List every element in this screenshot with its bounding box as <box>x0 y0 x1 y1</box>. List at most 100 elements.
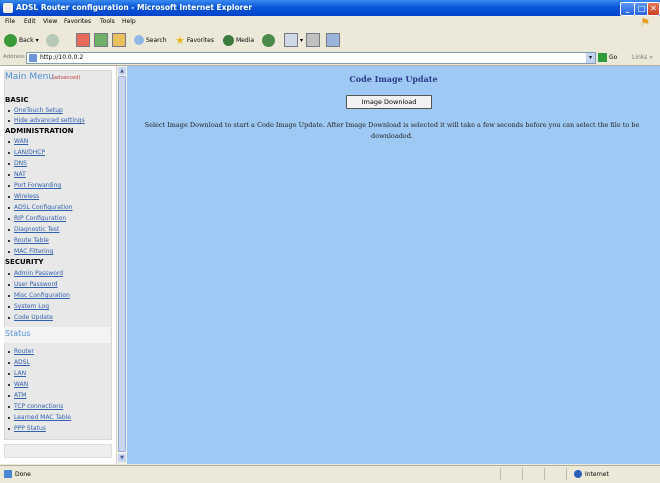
instructions-text: Select Image Download to start a Code Im… <box>144 121 640 140</box>
sidebar-item-learned-mac-table[interactable]: Learned MAC Table <box>8 414 71 421</box>
address-bar: Address http://10.0.0.2 ▾ Go Links » <box>0 51 660 66</box>
go-button[interactable]: Go <box>598 53 617 62</box>
menu-tools[interactable]: Tools <box>100 18 115 25</box>
section-security: SECURITY <box>5 258 44 266</box>
scrollbar-thumb[interactable] <box>118 76 126 452</box>
links-button[interactable]: Links » <box>632 54 653 61</box>
sidebar-item-lan[interactable]: LAN <box>8 370 26 377</box>
forward-button[interactable] <box>46 33 61 47</box>
main-menu-title: Main Menu <box>5 72 55 82</box>
sidebar-item-ppp-status[interactable]: PPP Status <box>8 425 46 432</box>
go-label: Go <box>609 54 618 61</box>
back-button[interactable]: Back ▾ <box>4 33 39 47</box>
sidebar-item-lan-dhcp[interactable]: LAN/DHCP <box>8 149 45 156</box>
sidebar-item-adsl-configuration[interactable]: ADSL Configuration <box>8 204 72 211</box>
sidebar-item-hide-advanced[interactable]: Hide advanced settings <box>8 117 85 124</box>
zone-text: Internet <box>585 470 609 478</box>
history-icon <box>262 33 275 47</box>
scroll-up-icon[interactable]: ▲ <box>118 67 126 75</box>
forward-arrow-icon <box>46 33 59 47</box>
chevron-down-icon: ▾ <box>35 36 39 44</box>
sidebar-item-route-table[interactable]: Route Table <box>8 237 49 244</box>
refresh-icon <box>94 33 108 47</box>
menu-file[interactable]: File <box>5 18 15 25</box>
stop-button[interactable] <box>76 33 92 47</box>
globe-icon <box>574 470 582 478</box>
page-title: Code Image Update <box>349 74 438 84</box>
search-label: Search <box>146 36 167 44</box>
section-basic: BASIC <box>5 96 29 104</box>
sidebar-footer-box <box>4 444 112 458</box>
sidebar-item-rip-configuration[interactable]: RIP Configuration <box>8 215 66 222</box>
sidebar-item-port-forwarding[interactable]: Port Forwarding <box>8 182 61 189</box>
print-icon <box>306 33 320 47</box>
sidebar-item-user-password[interactable]: User Password <box>8 281 58 288</box>
links-label: Links <box>632 54 648 61</box>
star-icon: ★ <box>175 33 185 47</box>
home-button[interactable] <box>112 33 128 47</box>
window-titlebar: ADSL Router configuration - Microsoft In… <box>0 0 660 16</box>
ie-app-icon <box>3 3 13 13</box>
window-title: ADSL Router configuration - Microsoft In… <box>16 3 253 12</box>
sidebar-item-atm[interactable]: ATM <box>8 392 26 399</box>
windows-logo-icon: ⚑ <box>640 16 650 29</box>
edit-page-icon <box>326 33 340 47</box>
sidebar-item-misc-configuration[interactable]: Misc Configuration <box>8 292 70 299</box>
sidebar-item-onetouch-setup[interactable]: OneTouch Setup <box>8 107 63 114</box>
status-divider <box>500 468 501 480</box>
address-dropdown-icon[interactable]: ▾ <box>586 53 595 63</box>
search-button[interactable]: Search <box>134 33 167 47</box>
status-done: Done <box>4 470 31 478</box>
media-button[interactable]: Media <box>223 33 254 47</box>
menu-view[interactable]: View <box>43 18 57 25</box>
sidebar-item-dns[interactable]: DNS <box>8 160 27 167</box>
sidebar-item-nat[interactable]: NAT <box>8 171 26 178</box>
minimize-button[interactable]: _ <box>620 2 635 16</box>
back-label: Back <box>19 36 34 44</box>
security-zone: Internet <box>574 470 609 478</box>
edit-button[interactable] <box>326 33 342 47</box>
status-title: Status <box>5 329 31 338</box>
favorites-button[interactable]: ★ Favorites <box>175 33 214 47</box>
favorites-label: Favorites <box>186 36 214 44</box>
sidebar-frame: Main Menu (advanced) BASIC OneTouch Setu… <box>0 66 116 464</box>
sidebar-item-adsl[interactable]: ADSL <box>8 359 30 366</box>
menu-help[interactable]: Help <box>122 18 136 25</box>
back-arrow-icon <box>4 33 17 47</box>
print-button[interactable] <box>306 33 322 47</box>
sidebar-item-wan[interactable]: WAN <box>8 138 28 145</box>
sidebar-item-wireless[interactable]: Wireless <box>8 193 39 200</box>
menu-edit[interactable]: Edit <box>24 18 36 25</box>
search-icon <box>134 35 144 45</box>
home-icon <box>112 33 126 47</box>
sidebar-item-status-wan[interactable]: WAN <box>8 381 28 388</box>
close-button[interactable]: ✕ <box>647 2 660 16</box>
menu-bar: File Edit View Favorites Tools Help <box>0 16 660 28</box>
address-label: Address <box>3 54 25 60</box>
scroll-down-icon[interactable]: ▼ <box>118 454 126 462</box>
status-divider <box>522 468 523 480</box>
history-button[interactable] <box>262 33 277 47</box>
image-download-button[interactable]: Image Download <box>346 95 432 109</box>
browser-toolbar: Back ▾ Search ★ Favorites Media ▾ <box>0 29 660 52</box>
chevron-down-icon: ▾ <box>300 36 304 44</box>
sidebar-item-router[interactable]: Router <box>8 348 34 355</box>
mail-button[interactable]: ▾ <box>284 33 303 47</box>
sidebar-item-admin-password[interactable]: Admin Password <box>8 270 63 277</box>
address-input[interactable]: http://10.0.0.2 ▾ <box>26 52 596 64</box>
sidebar-item-code-update[interactable]: Code Update <box>8 314 53 321</box>
sidebar-scrollbar[interactable]: ▲ ▼ <box>116 66 127 464</box>
menu-favorites[interactable]: Favorites <box>64 18 91 25</box>
sidebar-item-mac-filtering[interactable]: MAC Filtering <box>8 248 53 255</box>
sidebar-item-diagnostic-test[interactable]: Diagnostic Test <box>8 226 59 233</box>
advanced-tag: (advanced) <box>52 75 81 81</box>
refresh-button[interactable] <box>94 33 110 47</box>
stop-icon <box>76 33 90 47</box>
status-text: Done <box>15 470 31 478</box>
media-label: Media <box>236 36 255 44</box>
sidebar-item-tcp-connections[interactable]: TCP connections <box>8 403 63 410</box>
section-administration: ADMINISTRATION <box>5 127 74 135</box>
address-url: http://10.0.0.2 <box>40 54 84 61</box>
sidebar-item-system-log[interactable]: System Log <box>8 303 49 310</box>
mail-icon <box>284 33 298 47</box>
